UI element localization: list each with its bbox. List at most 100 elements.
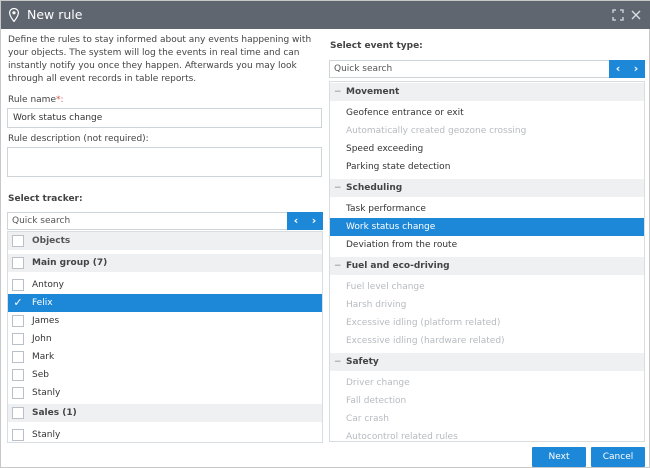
minus-icon[interactable]: − — [334, 353, 342, 371]
tracker-row-label: Seb — [32, 370, 49, 380]
rule-name-label-text: Rule name — [8, 95, 56, 105]
event-nav-buttons: ‹ › — [609, 60, 645, 78]
tracker-row[interactable]: John — [8, 330, 322, 348]
event-row-label: Geofence entrance or exit — [346, 108, 464, 118]
event-row: Harsh driving — [330, 296, 644, 314]
tracker-group-row[interactable]: Sales (1) — [8, 404, 322, 422]
event-category-row[interactable]: − Scheduling — [330, 179, 644, 197]
event-category-row[interactable]: − Safety — [330, 353, 644, 371]
event-row: Excessive idling (hardware related) — [330, 332, 644, 350]
event-row: Automatically created geozone crossing — [330, 122, 644, 140]
event-row-label: Driver change — [346, 378, 410, 388]
event-row[interactable]: Geofence entrance or exit — [330, 104, 644, 122]
cancel-button[interactable]: Cancel — [591, 447, 645, 467]
tracker-row-label: Mark — [32, 352, 55, 362]
tracker-checkbox[interactable] — [12, 387, 24, 399]
tracker-checkbox[interactable] — [12, 407, 24, 419]
chevron-right-icon[interactable]: › — [305, 212, 323, 230]
objects-header-label: Objects — [32, 236, 71, 246]
tracker-row[interactable]: Stanly — [8, 426, 322, 442]
event-row: Excessive idling (platform related) — [330, 314, 644, 332]
checkmark-icon[interactable]: ✓ — [12, 297, 24, 309]
expand-icon[interactable] — [611, 8, 625, 22]
dialog-titlebar: New rule — [1, 1, 650, 29]
event-row-label: Car crash — [346, 414, 389, 424]
tracker-checkbox[interactable] — [12, 315, 24, 327]
tracker-row-label: Felix — [32, 298, 53, 308]
tracker-row[interactable]: Mark — [8, 348, 322, 366]
tracker-row-label: Antony — [32, 280, 64, 290]
select-tracker-label: Select tracker: — [8, 194, 83, 204]
next-button[interactable]: Next — [532, 447, 586, 467]
tracker-row[interactable]: James — [8, 312, 322, 330]
chevron-left-icon[interactable]: ‹ — [609, 60, 627, 78]
tracker-row-label: Stanly — [32, 388, 61, 398]
minus-icon[interactable]: − — [334, 257, 342, 275]
event-row[interactable]: Speed exceeding — [330, 140, 644, 158]
tracker-checkbox[interactable] — [12, 429, 24, 441]
event-category-label: Safety — [346, 357, 379, 367]
event-row-label: Work status change — [346, 222, 436, 232]
tracker-search-bar: ‹ › — [7, 212, 323, 230]
tracker-checkbox[interactable] — [12, 369, 24, 381]
close-icon[interactable] — [629, 8, 643, 22]
tracker-row-label: Sales (1) — [32, 408, 77, 418]
tracker-row[interactable]: Stanly — [8, 384, 322, 402]
event-row: Fall detection — [330, 392, 644, 410]
event-row-label: Excessive idling (hardware related) — [346, 336, 505, 346]
tracker-row-label: John — [32, 334, 52, 344]
event-row-label: Fuel level change — [346, 282, 425, 292]
tracker-row-label: James — [32, 316, 60, 326]
objects-header-row[interactable]: Objects — [8, 232, 322, 250]
event-row: Autocontrol related rules — [330, 428, 644, 442]
event-row[interactable]: Work status change — [330, 218, 644, 236]
chevron-right-icon[interactable]: › — [627, 60, 645, 78]
select-event-type-label: Select event type: — [330, 41, 423, 51]
tracker-checkbox[interactable] — [12, 279, 24, 291]
event-search-input[interactable] — [330, 61, 608, 77]
rule-name-label: Rule name*: — [8, 95, 64, 105]
event-row-label: Speed exceeding — [346, 144, 424, 154]
event-type-list: − Movement Geofence entrance or exit Automa… — [329, 81, 645, 442]
event-search-bar: ‹ › — [329, 60, 645, 78]
event-row-label: Task performance — [346, 204, 426, 214]
map-pin-icon — [9, 8, 19, 22]
event-row: Driver change — [330, 374, 644, 392]
event-category-label: Movement — [346, 87, 400, 97]
event-row[interactable]: Task performance — [330, 200, 644, 218]
event-category-row[interactable]: − Fuel and eco-driving — [330, 257, 644, 275]
event-row-label: Autocontrol related rules — [346, 432, 458, 442]
chevron-left-icon[interactable]: ‹ — [287, 212, 305, 230]
event-category-row[interactable]: − Movement — [330, 83, 644, 101]
event-row: Car crash — [330, 410, 644, 428]
rule-description-input[interactable] — [7, 147, 322, 177]
tracker-nav-buttons: ‹ › — [287, 212, 323, 230]
event-row[interactable]: Deviation from the route — [330, 236, 644, 254]
tracker-group-row[interactable]: Main group (7) — [8, 254, 322, 272]
tracker-list: Objects Main group (7) Antony ✓ Felix James Jo… — [7, 231, 323, 443]
tracker-search-input[interactable] — [8, 213, 286, 229]
new-rule-dialog: New rule Define the rules to stay inform… — [0, 0, 650, 468]
dialog-title: New rule — [27, 7, 83, 22]
minus-icon[interactable]: − — [334, 83, 342, 101]
tracker-row[interactable]: Seb — [8, 366, 322, 384]
event-row-label: Fall detection — [346, 396, 407, 406]
event-row-label: Deviation from the route — [346, 240, 458, 250]
tracker-row-label: Stanly — [32, 430, 61, 440]
minus-icon[interactable]: − — [334, 179, 342, 197]
event-row-label: Harsh driving — [346, 300, 407, 310]
event-row-label: Automatically created geozone crossing — [346, 126, 527, 136]
intro-text: Define the rules to stay informed about … — [8, 35, 312, 84]
event-row-label: Excessive idling (platform related) — [346, 318, 501, 328]
select-all-checkbox[interactable] — [12, 235, 24, 247]
tracker-checkbox[interactable] — [12, 351, 24, 363]
tracker-row[interactable]: Antony — [8, 276, 322, 294]
tracker-checkbox[interactable] — [12, 257, 24, 269]
event-row[interactable]: Parking state detection — [330, 158, 644, 176]
tracker-row-label: Main group (7) — [32, 258, 108, 268]
tracker-row[interactable]: ✓ Felix — [8, 294, 322, 312]
event-row: Fuel level change — [330, 278, 644, 296]
rule-name-input[interactable] — [7, 108, 322, 128]
tracker-checkbox[interactable] — [12, 333, 24, 345]
required-mark: *: — [55, 95, 64, 105]
